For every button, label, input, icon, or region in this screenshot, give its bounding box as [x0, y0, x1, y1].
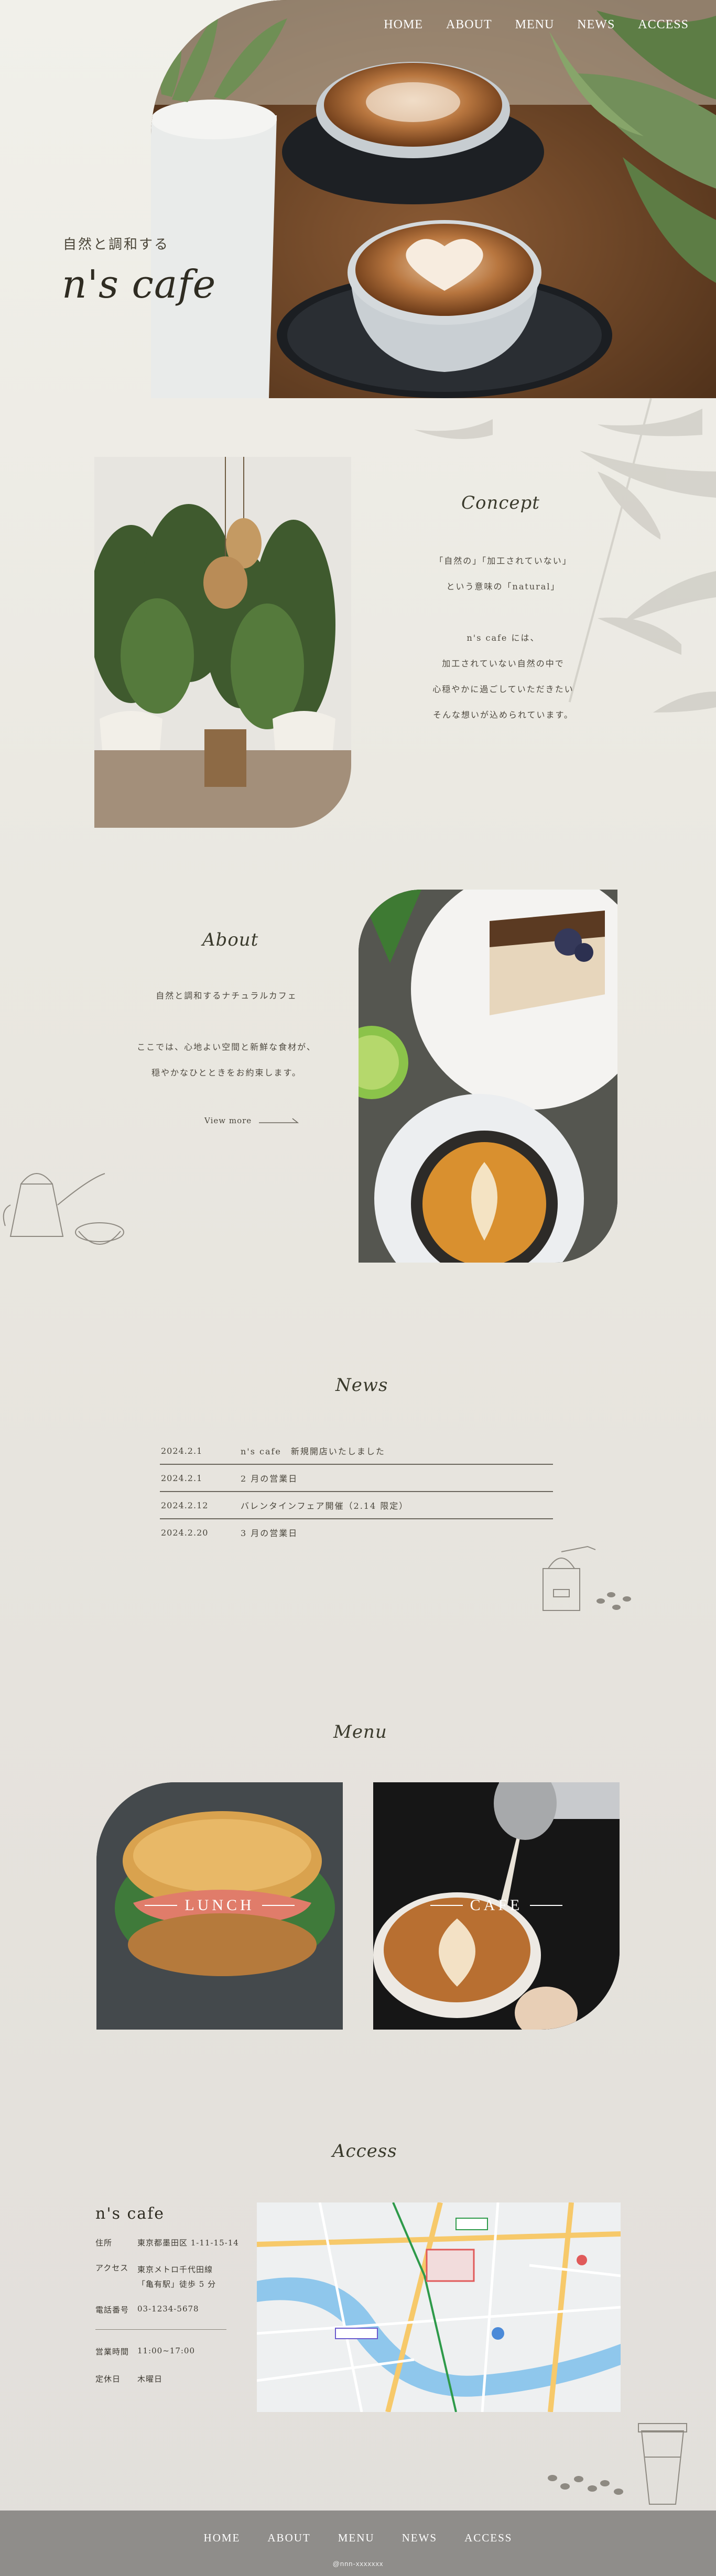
hours-row: 営業時間 11:00~17:00 — [95, 2346, 195, 2357]
access-divider — [95, 2329, 226, 2330]
footer: HOME ABOUT MENU NEWS ACCESS @nnn-xxxxxxx — [0, 2511, 716, 2576]
footer-nav-about[interactable]: ABOUT — [267, 2531, 310, 2545]
news-title: News — [335, 1375, 388, 1396]
route-label: アクセス — [95, 2263, 129, 2273]
about-photo — [359, 890, 617, 1263]
concept-line: n's cafe には、 — [467, 633, 540, 643]
hours-value: 11:00~17:00 — [137, 2346, 196, 2355]
arrow-right-icon — [259, 1118, 299, 1123]
address-value: 東京都墨田区 1-11-15-14 — [137, 2238, 239, 2248]
news-item[interactable]: 2024.2.12 バレンタインフェア開催（2.14 限定） — [160, 1492, 553, 1519]
footer-nav: HOME ABOUT MENU NEWS ACCESS — [0, 2531, 716, 2545]
tel-value[interactable]: 03-1234-5678 — [137, 2304, 199, 2315]
shop-name: n's cafe — [95, 2205, 165, 2223]
address-row: 住所 東京都墨田区 1-11-15-14 — [95, 2237, 239, 2248]
copyright: @nnn-xxxxxxx — [332, 2560, 384, 2568]
hero-subtitle: 自然と調和する — [63, 237, 170, 253]
concept-text: 「自然の」「加工されていない」 という意味の「natural」 n's cafe… — [398, 548, 608, 728]
view-more-link[interactable]: View more — [204, 1116, 301, 1125]
access-title: Access — [332, 2141, 397, 2162]
nav-news[interactable]: NEWS — [577, 18, 615, 32]
access-map[interactable] — [257, 2202, 621, 2412]
concept-line: という意味の「natural」 — [446, 582, 560, 591]
footer-nav-access[interactable]: ACCESS — [464, 2531, 512, 2545]
news-date: 2024.2.20 — [161, 1527, 209, 1538]
concept-line: 心穏やかに過ごしていただきたい — [432, 684, 574, 694]
lunch-label: LUNCH — [96, 1897, 343, 1914]
news-text: n's cafe 新規開店いたしました — [241, 1446, 385, 1456]
takeout-cup-illustration — [548, 2423, 687, 2505]
closed-value: 木曜日 — [137, 2374, 163, 2384]
news-item[interactable]: 2024.2.20 3 月の営業日 — [160, 1519, 553, 1545]
nav-menu[interactable]: MENU — [515, 18, 555, 32]
about-line: ここでは、心地よい空間と新鮮な食材が、 — [137, 1042, 316, 1052]
hero-title: n's cafe — [62, 262, 216, 307]
kettle-illustration — [3, 1173, 124, 1245]
nav-home[interactable]: HOME — [384, 18, 423, 32]
about-line — [122, 1009, 331, 1034]
news-date: 2024.2.1 — [161, 1473, 203, 1483]
news-date: 2024.2.1 — [161, 1445, 203, 1456]
tel-label: 電話番号 — [95, 2305, 129, 2315]
about-line: 自然と調和するナチュラルカフェ — [156, 991, 297, 1001]
view-more-label: View more — [204, 1116, 252, 1125]
route-line: 「亀有駅」徒歩 5 分 — [137, 2279, 216, 2289]
nav-about[interactable]: ABOUT — [446, 18, 492, 32]
news-text: 3 月の営業日 — [241, 1528, 298, 1538]
news-date: 2024.2.12 — [161, 1500, 209, 1510]
hours-label: 営業時間 — [95, 2347, 129, 2356]
about-line: 穏やかなひとときをお約束します。 — [151, 1068, 301, 1078]
about-title: About — [202, 929, 259, 950]
route-line: 東京メトロ千代田線 — [137, 2265, 213, 2274]
menu-card-lunch[interactable]: LUNCH — [96, 1782, 343, 2030]
footer-nav-menu[interactable]: MENU — [338, 2531, 375, 2545]
news-item[interactable]: 2024.2.1 2 月の営業日 — [160, 1465, 553, 1492]
menu-title: Menu — [333, 1722, 387, 1742]
concept-line — [398, 599, 608, 625]
top-nav: HOME ABOUT MENU NEWS ACCESS — [384, 18, 689, 32]
news-text: 2 月の営業日 — [241, 1474, 298, 1484]
coffee-grinder-illustration — [543, 1545, 631, 1611]
hero-photo — [151, 0, 716, 398]
concept-line: 「自然の」「加工されていない」 — [435, 556, 572, 566]
concept-line: そんな想いが込められています。 — [433, 710, 573, 720]
concept-title: Concept — [461, 492, 540, 513]
lunch-label-text: LUNCH — [185, 1897, 255, 1914]
closed-row: 定休日 木曜日 — [95, 2373, 162, 2384]
concept-photo — [94, 457, 351, 828]
cafe-label-text: CAFE — [470, 1897, 523, 1914]
footer-nav-news[interactable]: NEWS — [402, 2531, 438, 2545]
nav-access[interactable]: ACCESS — [638, 18, 689, 32]
concept-line: 加工されていない自然の中で — [442, 659, 565, 668]
route-row: アクセス 東京メトロ千代田線 「亀有駅」徒歩 5 分 — [95, 2262, 216, 2292]
about-text: 自然と調和するナチュラルカフェ ここでは、心地よい空間と新鮮な食材が、 穏やかな… — [122, 983, 331, 1086]
news-text: バレンタインフェア開催（2.14 限定） — [241, 1501, 409, 1511]
news-item[interactable]: 2024.2.1 n's cafe 新規開店いたしました — [160, 1438, 553, 1465]
cafe-label: CAFE — [373, 1897, 620, 1914]
menu-card-cafe[interactable]: CAFE — [373, 1782, 620, 2030]
tel-row: 電話番号 03-1234-5678 — [95, 2304, 199, 2315]
footer-nav-home[interactable]: HOME — [204, 2531, 241, 2545]
closed-label: 定休日 — [95, 2374, 121, 2384]
address-label: 住所 — [95, 2238, 113, 2248]
